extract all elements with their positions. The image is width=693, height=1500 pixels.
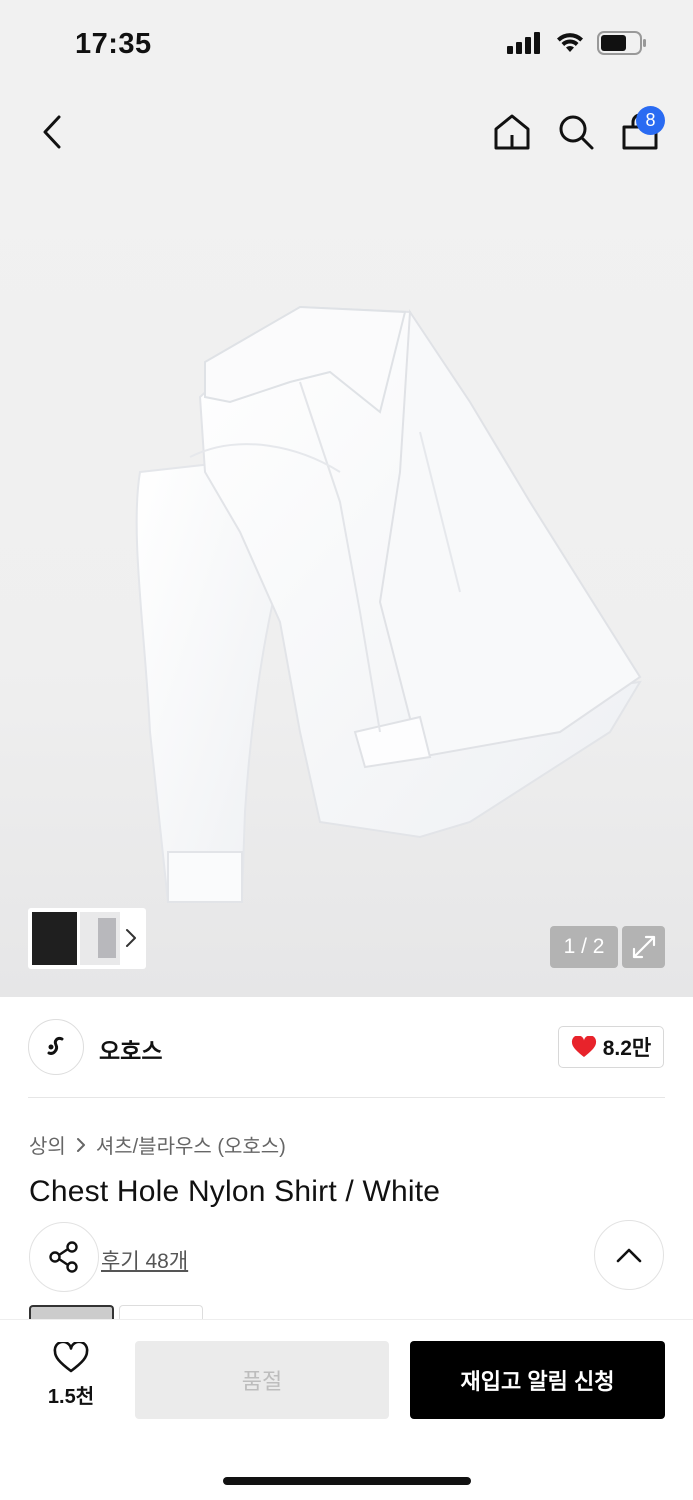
bottom-action-bar: 1.5천 품절 재입고 알림 신청 — [0, 1319, 693, 1500]
breadcrumb-category[interactable]: 상의 — [29, 1130, 66, 1159]
home-button[interactable] — [488, 108, 536, 156]
sold-out-button: 품절 — [135, 1341, 389, 1419]
top-nav — [0, 92, 693, 172]
product-image-gallery[interactable]: 1 / 2 — [0, 172, 693, 997]
restock-alert-button[interactable]: 재입고 알림 신청 — [410, 1341, 665, 1419]
battery-icon — [597, 31, 646, 55]
thumbnail-shirt-detail — [98, 918, 116, 958]
scroll-to-top-button[interactable] — [594, 1220, 664, 1290]
color-option-selected[interactable] — [29, 1305, 114, 1319]
brand-like-count: 8.2만 — [602, 1037, 652, 1060]
thumbnail-strip[interactable] — [28, 908, 146, 969]
image-page-indicator: 1 / 2 — [550, 926, 618, 968]
heart-filled-icon — [571, 1036, 596, 1057]
wishlist-button[interactable]: 1.5천 — [30, 1342, 112, 1422]
brand-logo[interactable] — [28, 1019, 84, 1075]
review-link[interactable]: 후기 48개 — [101, 1245, 188, 1275]
home-indicator — [223, 1477, 471, 1485]
brand-name[interactable]: 오호스 — [99, 1032, 162, 1066]
share-button[interactable] — [29, 1222, 99, 1292]
product-title: Chest Hole Nylon Shirt / White — [29, 1175, 441, 1208]
expand-icon — [632, 935, 655, 959]
home-icon — [494, 114, 530, 150]
brand-like-button[interactable]: 8.2만 — [558, 1026, 664, 1068]
signal-icon — [507, 32, 540, 54]
breadcrumb: 상의 셔츠/블라우스 (오호스) — [29, 1130, 286, 1159]
status-bar: 17:35 — [0, 0, 693, 92]
divider — [28, 1097, 665, 1098]
search-button[interactable] — [552, 108, 600, 156]
thumbnail-model[interactable] — [32, 912, 77, 965]
status-icons — [507, 31, 647, 55]
back-button[interactable] — [30, 110, 74, 154]
chevron-right-icon[interactable] — [124, 926, 138, 950]
wifi-icon — [557, 33, 583, 52]
status-time: 17:35 — [75, 28, 152, 60]
heart-outline-icon — [53, 1342, 89, 1373]
breadcrumb-subcategory[interactable]: 셔츠/블라우스 (오호스) — [96, 1130, 286, 1159]
wishlist-count: 1.5천 — [47, 1386, 95, 1408]
chevron-right-icon — [76, 1137, 85, 1152]
search-icon — [559, 115, 594, 150]
brand-logo-mark — [47, 1037, 64, 1055]
expand-image-button[interactable] — [622, 926, 665, 968]
share-icon — [49, 1241, 78, 1273]
chevron-left-icon — [43, 115, 61, 149]
product-image — [135, 305, 642, 904]
chevron-up-icon — [616, 1248, 642, 1263]
color-option[interactable] — [119, 1305, 203, 1319]
cart-count-badge: 8 — [636, 106, 665, 135]
